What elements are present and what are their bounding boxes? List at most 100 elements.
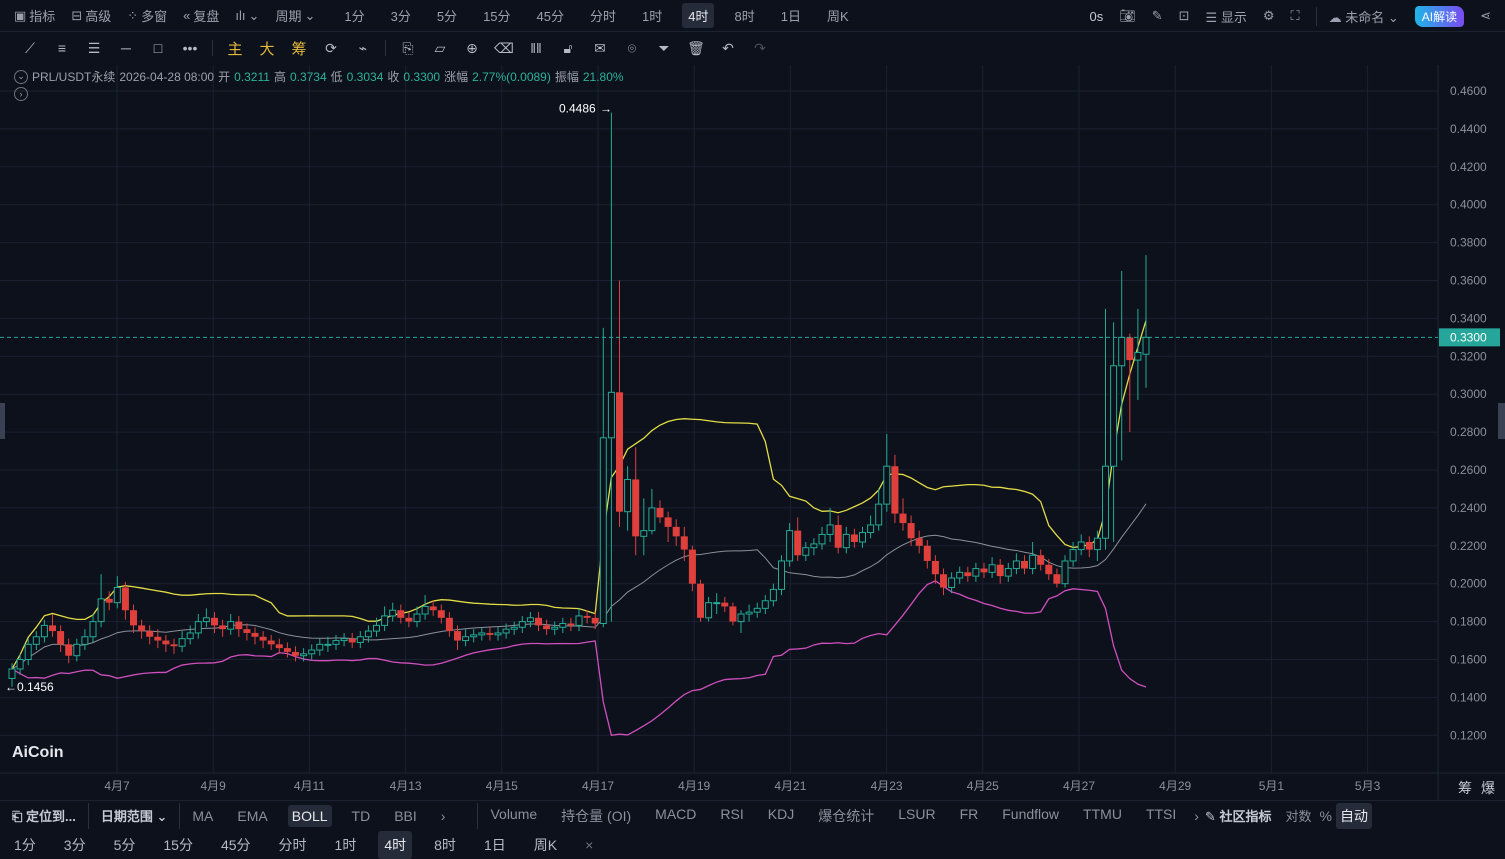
period-tab[interactable]: 4时 [378,830,413,859]
sub-indicator-tab[interactable]: Volume [486,803,541,829]
liquidation-axis-label[interactable]: 爆 [1481,778,1495,798]
period-tab[interactable]: 分时 [273,831,313,859]
period-tab[interactable]: 45分 [531,3,570,28]
big-order-button[interactable]: 大 [251,38,283,59]
sub-indicator-tab[interactable]: 持仓量 (OI) [557,803,635,829]
main-indicator-tab[interactable]: BOLL [287,804,332,827]
filter-icon[interactable]: ⏷ [648,40,680,57]
candlestick-chart[interactable]: 0.4600 0.4400 0.4200 0.4000 0.3800 0.3600 0.34… [0,65,1505,800]
period-tab[interactable]: 1时 [636,3,668,28]
main-indicator-tab[interactable]: MA [188,805,217,827]
candle-body [348,638,356,643]
display-button[interactable]: ☰ 显示 [1206,7,1247,26]
percent-scale-button[interactable]: % [1316,805,1336,827]
period-tab[interactable]: 8时 [728,3,760,28]
multi-window-button[interactable]: ⁘ 多窗 [127,6,167,25]
candle-body [89,621,97,638]
sub-indicator-tab[interactable]: RSI [716,803,747,829]
period-tab[interactable]: 1分 [338,3,370,28]
community-indicators-button[interactable]: ✎ 社区指标 [1205,806,1272,825]
pen-icon[interactable]: ✎ [1152,8,1163,24]
sub-indicator-tab[interactable]: TTMU [1079,803,1126,829]
indicator-button[interactable]: ▣ 指标 [14,6,55,25]
horizontal-lines-icon[interactable]: ☰ [78,40,110,57]
period-tab[interactable]: 15分 [477,3,516,28]
share-icon[interactable]: ⋖ [1480,8,1491,24]
sub-indicator-tab[interactable]: FR [956,803,983,829]
candle-body [397,610,405,618]
candle-body [575,615,583,626]
period-tab[interactable]: 周K [821,3,855,28]
more-main-indicators[interactable]: › [437,805,450,827]
period-tab[interactable]: 4时 [682,3,715,28]
period-tab[interactable]: 5分 [108,831,142,859]
sub-indicator-tab[interactable]: TTSI [1142,803,1180,829]
ruler-icon[interactable]: ▱ [424,40,456,57]
bookmark-icon[interactable]: ⎘ [392,40,424,57]
sub-indicator-tab[interactable]: 爆仓统计 [814,803,878,829]
sub-indicator-tab[interactable]: KDJ [764,803,798,829]
period-tab[interactable]: 1日 [775,3,807,28]
period-tab[interactable]: 45分 [215,831,257,859]
sync-icon[interactable]: ⟳ [315,40,347,57]
zoom-icon[interactable]: ⊕ [456,40,488,57]
chart-type-dropdown[interactable]: ılı ⌄ [235,8,259,24]
camera-icon[interactable]: 📷︎ [1119,8,1136,24]
more-sub-indicators[interactable]: › [1190,805,1203,827]
candles-icon[interactable]: ǁǁ [520,40,552,56]
locate-button[interactable]: ⎗ 定位到... [8,803,80,828]
candle-body [721,602,729,607]
trash-icon[interactable]: 🗑︎ [680,40,712,57]
note-icon[interactable]: ✉ [584,40,616,57]
main-indicator-tab[interactable]: EMA [233,805,271,827]
period-tab[interactable]: 分时 [584,3,622,28]
countdown: 0s [1089,8,1104,24]
brush-icon[interactable]: ⌁ [347,40,379,57]
date-range-dropdown[interactable]: 日期范围 ⌄ [97,803,172,828]
candle-body [462,636,470,642]
period-tab[interactable]: 3分 [58,831,92,859]
fullscreen-icon[interactable]: ⛶ [1290,8,1299,24]
period-tab[interactable]: 8时 [428,831,462,859]
period-tab[interactable]: 1时 [329,831,363,859]
y-tick-label: 0.2600 [1450,463,1487,477]
magnet-icon[interactable]: ⌾ [616,40,648,57]
lock-icon[interactable]: 🔓︎ [552,40,584,57]
eraser-icon[interactable]: ⌫ [488,40,520,57]
candle-body [1069,549,1077,562]
ai-interpret-button[interactable]: AI解读 [1414,5,1465,27]
layout-dropdown[interactable]: ☁ 未命名 ⌄ [1315,6,1399,26]
settings-icon[interactable]: ⚙ [1263,8,1275,24]
main-indicator-tab[interactable]: BBI [390,805,421,827]
period-tab[interactable]: 周K [528,831,563,859]
period-tab[interactable]: 3分 [385,3,417,28]
log-scale-button[interactable]: 对数 [1281,803,1315,828]
chips-button[interactable]: 筹 [283,38,315,59]
add-window-icon[interactable]: ⊡ [1179,8,1190,24]
horizontal-line-icon[interactable]: ─ [110,40,142,56]
period-tab[interactable]: 1日 [478,831,512,859]
main-indicator-tab[interactable]: TD [348,805,375,827]
sub-indicator-tab[interactable]: Fundflow [998,803,1063,829]
rectangle-icon[interactable]: □ [142,40,174,56]
close-period-bar[interactable]: × [579,833,599,857]
replay-button[interactable]: «复盘 [183,6,219,25]
expand-icon[interactable]: › [14,87,28,101]
collapse-icon[interactable]: ⌄ [14,69,28,84]
main-force-button[interactable]: 主 [219,38,251,59]
auto-scale-button[interactable]: 自动 [1335,802,1372,829]
undo-icon[interactable]: ↶ [712,40,744,57]
advanced-button[interactable]: ⊟ 高级 [71,6,111,25]
redo-icon[interactable]: ↷ [744,40,776,57]
period-tab[interactable]: 1分 [8,831,42,859]
period-tab[interactable]: 5分 [431,3,463,28]
sub-indicator-tab[interactable]: LSUR [894,803,939,829]
sub-indicator-tab[interactable]: MACD [651,803,700,829]
more-icon[interactable]: ••• [174,40,206,56]
period-dropdown[interactable]: 周期 ⌄ [275,6,315,25]
period-tab[interactable]: 15分 [157,831,199,859]
chips-axis-label[interactable]: 筹 [1458,778,1472,798]
parallel-channel-icon[interactable]: ≡ [46,40,78,56]
trend-line-icon[interactable]: ⟋ [14,40,46,57]
candle-body [130,610,137,626]
